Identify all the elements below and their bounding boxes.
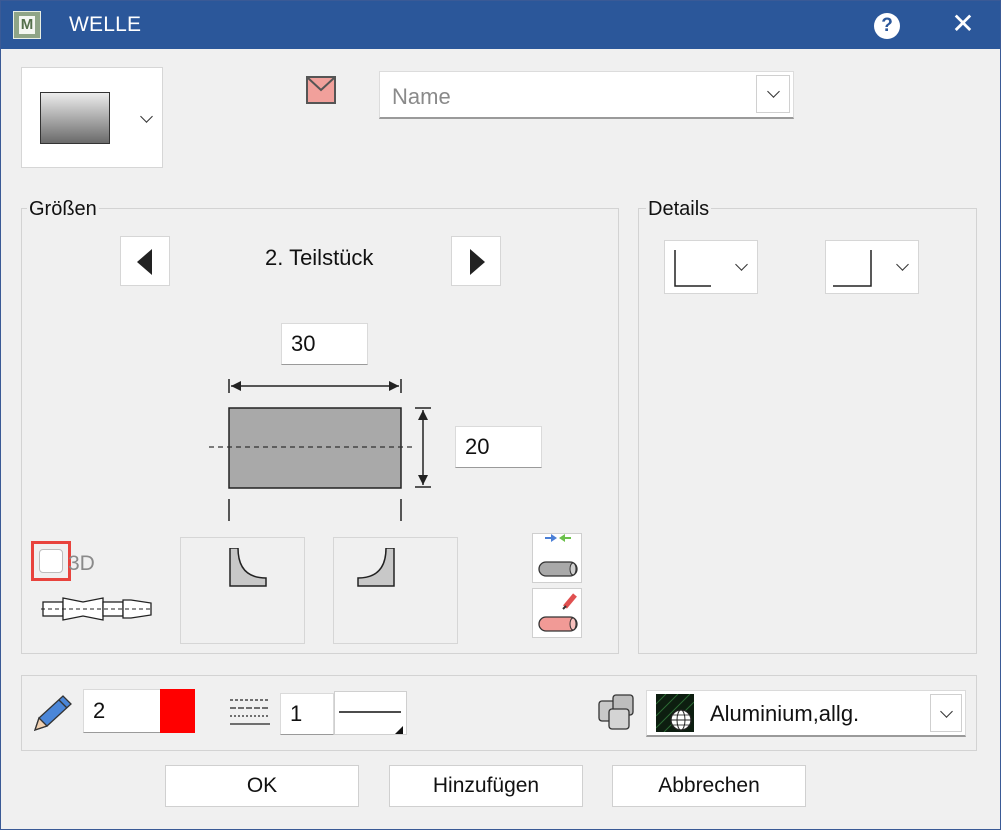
checkbox-box: [39, 549, 63, 573]
swap-segment-button[interactable]: [532, 533, 582, 583]
solid-line-icon: [339, 711, 403, 734]
line-type-input[interactable]: [280, 693, 334, 735]
right-fillet-icon: [357, 548, 395, 587]
add-button[interactable]: Hinzufügen: [389, 765, 583, 807]
previous-segment-button[interactable]: [120, 236, 170, 286]
chevron-down-icon: [735, 258, 748, 271]
sizes-group-label: Größen: [27, 198, 99, 221]
right-corner-detail[interactable]: [333, 537, 458, 644]
app-icon: M: [13, 11, 41, 39]
width-input[interactable]: [281, 323, 368, 365]
material-combobox[interactable]: Aluminium,allg.: [646, 690, 966, 737]
name-dropdown-button[interactable]: [756, 75, 790, 113]
chevron-down-icon: [140, 110, 153, 123]
material-label: Aluminium,allg.: [710, 701, 860, 726]
details-group-label: Details: [646, 198, 712, 221]
envelope-icon[interactable]: [306, 76, 336, 104]
chevron-down-icon: [896, 258, 909, 271]
pen-icon[interactable]: [31, 694, 75, 734]
left-end-icon: [674, 250, 711, 287]
help-icon[interactable]: ?: [874, 13, 900, 39]
title-bar: M WELLE ? ✕: [1, 1, 1000, 49]
right-end-icon: [833, 250, 872, 287]
layers-icon[interactable]: [597, 693, 639, 731]
line-style-dropdown[interactable]: [334, 691, 407, 735]
3d-checkbox[interactable]: [31, 541, 71, 581]
material-texture-icon: [656, 694, 694, 732]
name-combobox: [379, 71, 794, 119]
cancel-button[interactable]: Abbrechen: [612, 765, 806, 807]
pen-color-swatch[interactable]: [160, 689, 195, 733]
pen-thickness-input[interactable]: [83, 689, 161, 733]
app-icon-letter: M: [19, 16, 35, 34]
material-dropdown-button[interactable]: [930, 694, 962, 732]
swap-arrows-icon: [538, 534, 578, 577]
edit-segment-button[interactable]: [532, 588, 582, 638]
ok-button[interactable]: OK: [165, 765, 359, 807]
fill-gradient-swatch-icon: [40, 92, 110, 144]
next-segment-button[interactable]: [451, 236, 501, 286]
segment-dimension-drawing: [209, 379, 431, 521]
right-end-detail-dropdown[interactable]: [825, 240, 919, 294]
arrow-right-icon: [470, 249, 485, 275]
name-input[interactable]: [380, 72, 752, 118]
shaft-profile-icon[interactable]: [41, 594, 153, 624]
left-corner-detail[interactable]: [180, 537, 305, 644]
fill-style-dropdown[interactable]: [21, 67, 163, 168]
line-type-icon: [230, 699, 270, 725]
height-input[interactable]: [455, 426, 542, 468]
3d-checkbox-label: 3D: [68, 552, 95, 575]
segment-label: 2. Teilstück: [265, 245, 374, 270]
close-icon[interactable]: ✕: [949, 10, 977, 38]
left-fillet-icon: [229, 548, 267, 587]
left-end-detail-dropdown[interactable]: [664, 240, 758, 294]
segment-shape: [228, 407, 402, 489]
arrow-left-icon: [137, 249, 152, 275]
window-title: WELLE: [69, 13, 142, 36]
chevron-down-icon: [940, 705, 953, 718]
edit-pencil-icon: [538, 593, 578, 632]
chevron-down-icon: [767, 85, 780, 98]
welle-dialog: M WELLE ? ✕ Größen 2. Teilstück: [0, 0, 1001, 830]
